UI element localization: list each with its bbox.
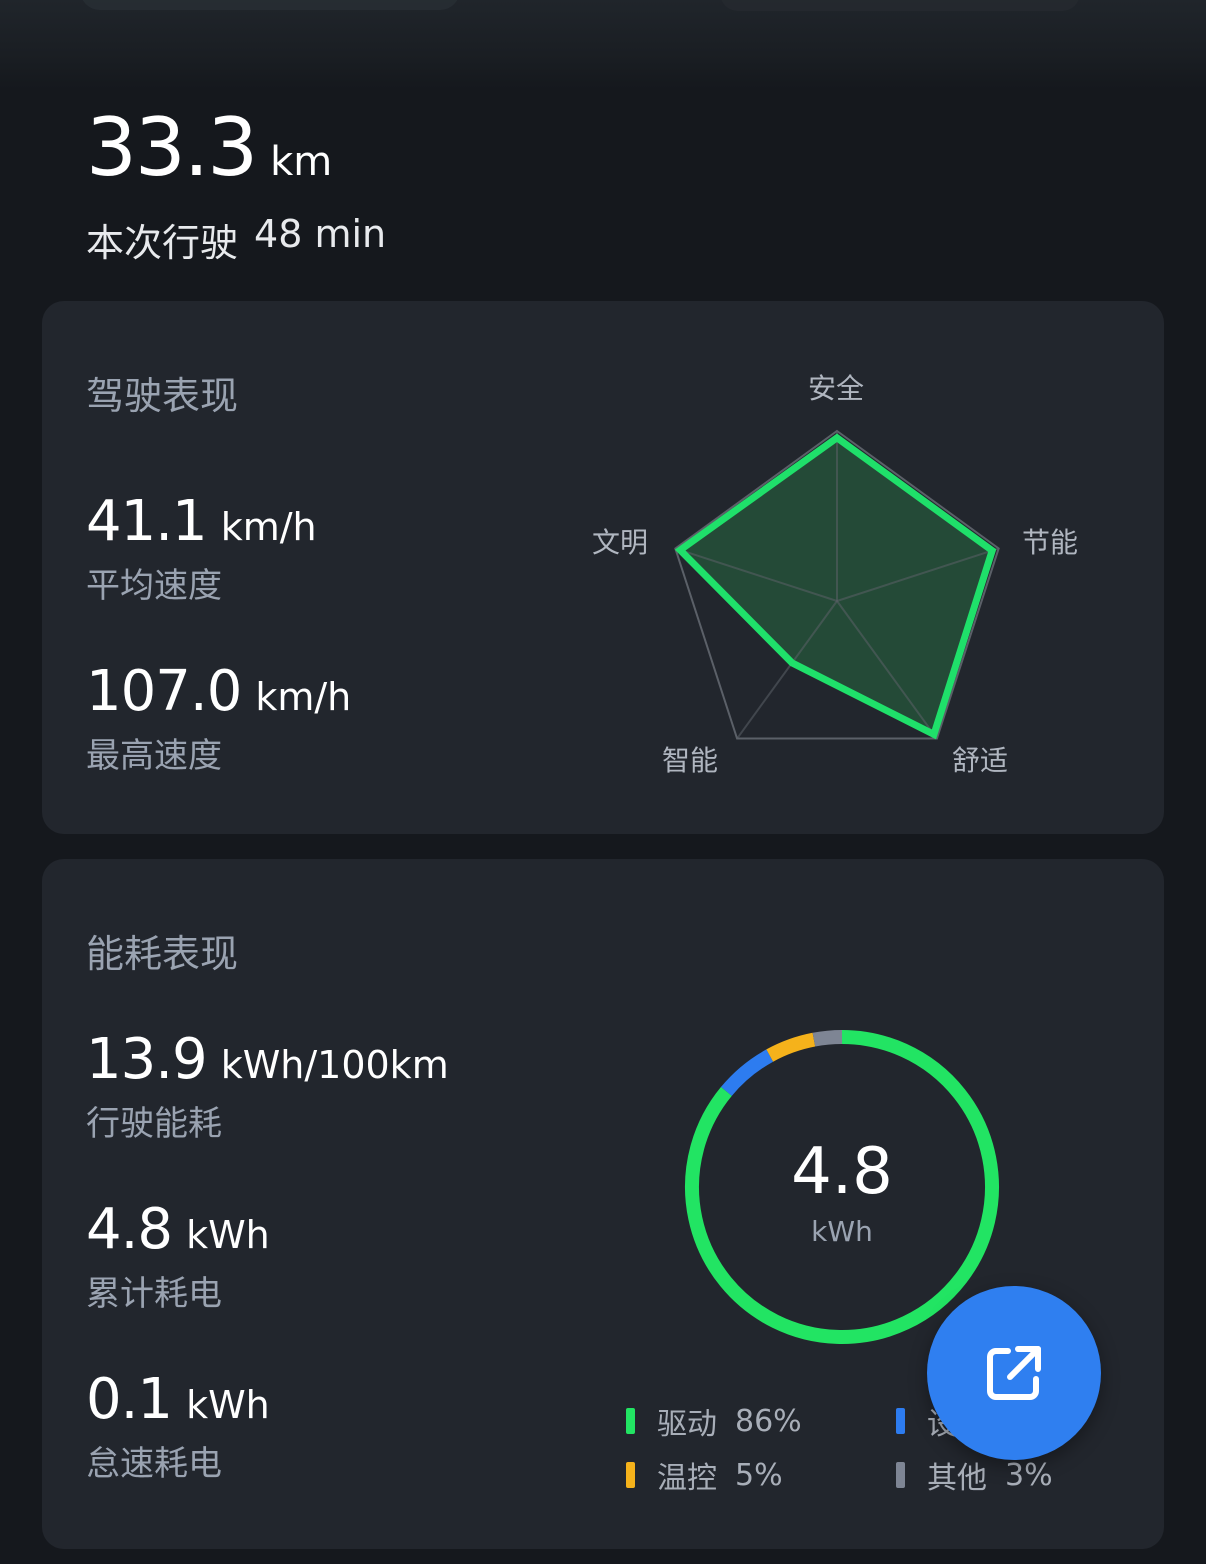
donut-center-value: 4.8 (791, 1135, 893, 1209)
idle-energy-value: 0.1 (86, 1367, 173, 1432)
consumption-label: 行驶能耗 (86, 1104, 222, 1144)
legend-item-climate: 温控 5% (626, 1453, 783, 1497)
donut-segment-climate (766, 1032, 816, 1062)
trip-distance-value: 33.3 (86, 101, 258, 194)
avg-speed-value: 41.1 (86, 489, 208, 554)
idle-energy-metric: 0.1 kWh 怠速耗电 (86, 1367, 270, 1485)
trip-duration: 48 min (254, 212, 387, 256)
max-speed-metric: 107.0 km/h 最高速度 (86, 659, 351, 777)
legend-label-climate: 温控 (657, 1461, 717, 1496)
donut-segment-other (812, 1030, 843, 1047)
avg-speed-label: 平均速度 (86, 566, 222, 606)
trip-label: 本次行驶 (86, 221, 239, 265)
trip-distance-unit: km (270, 139, 333, 185)
trip-distance: 33.3 km (86, 108, 332, 188)
trip-summary: 本次行驶 48 min (86, 212, 386, 267)
max-speed-unit: km/h (255, 675, 352, 719)
legend-swatch-other (896, 1462, 905, 1488)
consumption-value: 13.9 (86, 1027, 208, 1092)
radar-label-safety: 安全 (808, 372, 865, 405)
background-blur (80, 0, 460, 10)
avg-speed-metric: 41.1 km/h 平均速度 (86, 489, 317, 607)
donut-center-unit: kWh (811, 1215, 873, 1248)
idle-energy-label: 怠速耗电 (86, 1444, 222, 1484)
legend-percent-other: 3% (1005, 1457, 1053, 1493)
total-energy-value: 4.8 (86, 1197, 173, 1262)
idle-energy-unit: kWh (186, 1383, 270, 1427)
legend-swatch-climate (626, 1462, 635, 1488)
total-energy-unit: kWh (186, 1213, 270, 1257)
total-energy-metric: 4.8 kWh 累计耗电 (86, 1197, 270, 1315)
consumption-unit: kWh/100km (220, 1043, 449, 1087)
donut-segment-device (721, 1049, 774, 1096)
share-external-icon (987, 1346, 1041, 1400)
legend-percent-drive: 86% (735, 1403, 802, 1439)
legend-label-drive: 驱动 (657, 1407, 717, 1442)
energy-performance-title: 能耗表现 (86, 932, 239, 976)
legend-label-other: 其他 (927, 1461, 987, 1496)
driving-performance-card[interactable]: 驾驶表现 41.1 km/h 平均速度 107.0 km/h 最高速度 安全 节… (42, 301, 1164, 834)
total-energy-label: 累计耗电 (86, 1274, 222, 1314)
share-fab-button[interactable] (927, 1286, 1101, 1460)
radar-label-smart: 智能 (662, 744, 719, 777)
driving-radar-chart (674, 429, 1000, 740)
legend-percent-climate: 5% (735, 1457, 783, 1493)
top-image-strip (0, 0, 1206, 90)
legend-swatch-device (896, 1408, 905, 1434)
radar-label-efficiency: 节能 (1022, 526, 1079, 559)
legend-swatch-drive (626, 1408, 635, 1434)
max-speed-value: 107.0 (86, 659, 242, 724)
consumption-metric: 13.9 kWh/100km 行驶能耗 (86, 1027, 449, 1145)
driving-performance-title: 驾驶表现 (86, 374, 239, 418)
max-speed-label: 最高速度 (86, 736, 222, 776)
avg-speed-unit: km/h (220, 505, 317, 549)
radar-label-civility: 文明 (592, 526, 649, 559)
radar-label-comfort: 舒适 (952, 744, 1009, 777)
background-blur (720, 0, 1080, 11)
legend-item-other: 其他 3% (896, 1453, 1053, 1497)
legend-item-drive: 驱动 86% (626, 1399, 802, 1443)
